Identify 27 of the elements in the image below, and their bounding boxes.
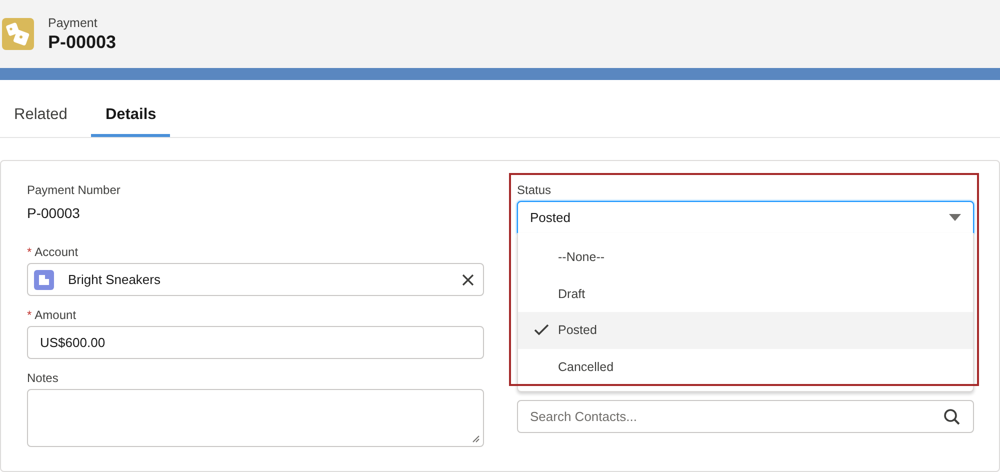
dropdown-option[interactable]: Draft	[518, 276, 973, 312]
account-field[interactable]: Bright Sneakers	[27, 263, 484, 296]
search-icon	[943, 408, 961, 426]
field-label: Account	[34, 245, 78, 260]
dropdown-option[interactable]: Posted	[518, 312, 973, 348]
field-label: Payment Number	[27, 183, 120, 198]
object-type-label: Payment	[48, 16, 98, 30]
tab[interactable]: Related	[0, 100, 82, 137]
notes-field[interactable]	[27, 389, 484, 447]
field-label: Notes	[27, 371, 58, 386]
building-icon	[34, 270, 54, 290]
tab[interactable]: Details	[91, 100, 170, 137]
resize-handle-icon[interactable]	[472, 435, 480, 443]
dropdown-option[interactable]: Cancelled	[518, 348, 973, 385]
caret-icon	[949, 214, 961, 222]
amount-field[interactable]: US$600.00	[27, 326, 484, 359]
field-value: P-00003	[27, 204, 81, 223]
field-label: Amount	[34, 308, 76, 323]
search-field[interactable]: Search Contacts...	[517, 400, 974, 433]
required-asterisk: *	[27, 245, 32, 260]
status-select[interactable]: Posted	[517, 201, 974, 234]
check-icon	[534, 324, 549, 336]
field-label: Status	[517, 183, 552, 198]
dropdown-option[interactable]: --None--	[518, 239, 973, 276]
clear-icon[interactable]	[461, 272, 475, 286]
required-asterisk: *	[27, 308, 32, 323]
record-title: P-00003	[48, 30, 116, 52]
